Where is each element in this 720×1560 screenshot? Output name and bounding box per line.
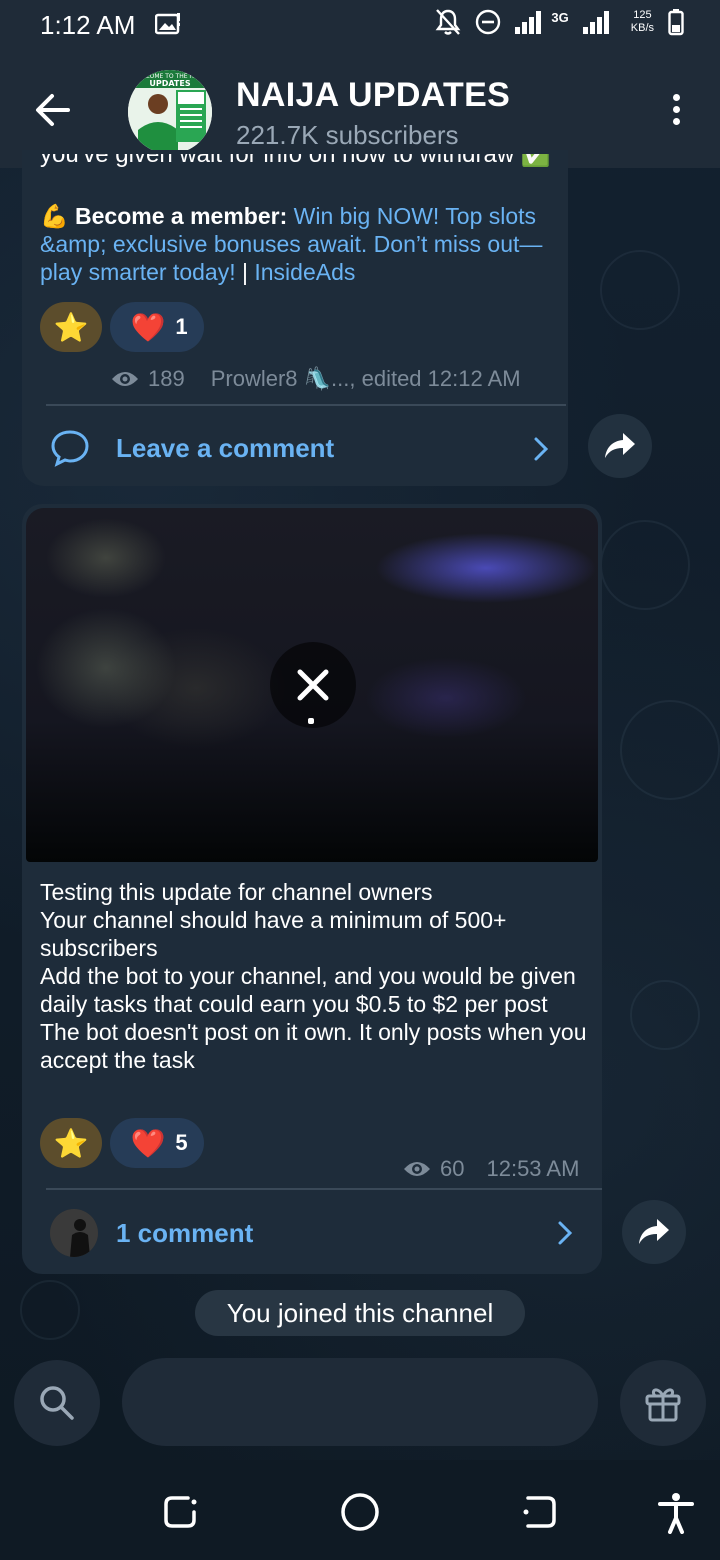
battery-icon: [668, 9, 684, 36]
message-line: Add the bot to your channel, and you wou…: [40, 963, 576, 1017]
background-doodle: [630, 980, 700, 1050]
speed-value: 125: [633, 9, 652, 21]
share-arrow-icon: [639, 1219, 669, 1244]
edited-time: , edited 12:12 AM: [349, 366, 521, 391]
background-doodle: [620, 700, 720, 800]
leave-comment-button[interactable]: Leave a comment: [50, 426, 550, 470]
message-bubble[interactable]: you've given wait for info on how to wit…: [22, 150, 568, 486]
promo-label: Become a member:: [75, 203, 288, 229]
post-author: Prowler8 🛝...: [210, 366, 350, 391]
comments-button[interactable]: 1 comment: [50, 1208, 574, 1258]
promo-separator: |: [235, 259, 255, 285]
back-arrow-icon[interactable]: [30, 88, 80, 132]
heart-icon: ❤️: [130, 311, 166, 343]
recents-icon[interactable]: [158, 1490, 202, 1534]
eye-icon: [404, 1162, 430, 1176]
message-line: Your channel should have a minimum of 50…: [40, 907, 507, 961]
view-count: 60: [440, 1156, 465, 1181]
back-nav-icon[interactable]: [518, 1490, 562, 1534]
gift-icon: [645, 1388, 681, 1422]
close-icon: [297, 669, 329, 724]
message-line: The bot doesn't post on it own. It only …: [40, 1019, 587, 1073]
status-time: 1:12 AM: [40, 10, 136, 40]
channel-avatar-image: WELCOME TO THE HOME UPDATES: [128, 70, 212, 154]
star-icon: ⭐: [53, 311, 89, 343]
heart-icon: ❤️: [130, 1127, 166, 1159]
search-icon: [40, 1386, 74, 1420]
commenter-avatar-image: [50, 1209, 98, 1257]
search-button[interactable]: [14, 1360, 100, 1446]
comment-bubble-icon: [51, 430, 89, 467]
reaction-count: 1: [175, 314, 188, 339]
divider: [46, 1188, 602, 1190]
comment-label: Leave a comment: [116, 432, 335, 463]
service-message: You joined this channel: [195, 1290, 525, 1336]
channel-avatar[interactable]: WELCOME TO THE HOME UPDATES: [128, 70, 212, 154]
star-reaction[interactable]: ⭐: [40, 302, 102, 352]
comment-count-label: 1 comment: [116, 1217, 254, 1248]
subscriber-count: 221.7K subscribers: [236, 120, 459, 150]
message-time: 12:53 AM: [486, 1156, 580, 1181]
heart-reaction[interactable]: ❤️ 5: [110, 1118, 204, 1168]
flexed-biceps-emoji: 💪: [40, 203, 69, 229]
background-doodle: [600, 520, 690, 610]
chevron-right-icon: [534, 437, 549, 461]
heart-reaction[interactable]: ❤️ 1: [110, 302, 204, 352]
signal-icon: [515, 11, 542, 34]
message-meta: 189 Prowler8 🛝..., edited 12:12 AM: [110, 366, 521, 392]
view-count: 189: [148, 366, 185, 391]
gift-button[interactable]: [620, 1360, 706, 1446]
signal-icon: [582, 11, 609, 34]
message-text: 💪 Become a member: Win big NOW! Top slot…: [40, 202, 560, 286]
status-bar: 1:12 AM 3G 125 KB/s: [0, 0, 720, 50]
network-type: 3G: [551, 9, 569, 25]
message-line: Testing this update for channel owners: [40, 879, 433, 905]
chevron-right-icon: [558, 1221, 573, 1245]
divider: [46, 404, 566, 406]
background-doodle: [600, 250, 680, 330]
more-menu-icon[interactable]: [666, 94, 686, 130]
share-button[interactable]: [588, 414, 652, 478]
bell-off-icon: [436, 9, 461, 35]
speed-unit: KB/s: [630, 22, 654, 34]
accessibility-icon[interactable]: [654, 1490, 698, 1534]
channel-title[interactable]: NAIJA UPDATES: [236, 76, 510, 115]
cancel-download-button[interactable]: [270, 642, 356, 728]
channel-action-bar[interactable]: [122, 1358, 598, 1446]
insideads-link[interactable]: InsideAds: [254, 259, 355, 285]
blurred-media[interactable]: [26, 508, 598, 862]
status-icons: 3G 125 KB/s: [435, 8, 684, 36]
reaction-count: 5: [175, 1130, 188, 1155]
share-button[interactable]: [622, 1200, 686, 1264]
network-speed: 125 KB/s: [631, 9, 654, 35]
dnd-icon: [476, 9, 501, 35]
home-icon[interactable]: [338, 1490, 382, 1534]
clipped-message-text: you've given wait for info on how to wit…: [40, 154, 551, 168]
message-text: Testing this update for channel owners Y…: [40, 878, 590, 1074]
system-navigation-bar: [0, 1460, 720, 1560]
message-meta: 60 12:53 AM: [402, 1156, 579, 1182]
message-bubble[interactable]: Testing this update for channel owners Y…: [22, 504, 602, 1274]
commenter-avatar: [50, 1209, 98, 1257]
avatar-text-main: UPDATES: [149, 79, 190, 88]
eye-icon: [112, 372, 138, 386]
star-reaction[interactable]: ⭐: [40, 1118, 102, 1168]
share-arrow-icon: [605, 433, 635, 458]
star-icon: ⭐: [53, 1127, 89, 1159]
background-doodle: [20, 1280, 80, 1340]
image-icon: [155, 13, 180, 35]
